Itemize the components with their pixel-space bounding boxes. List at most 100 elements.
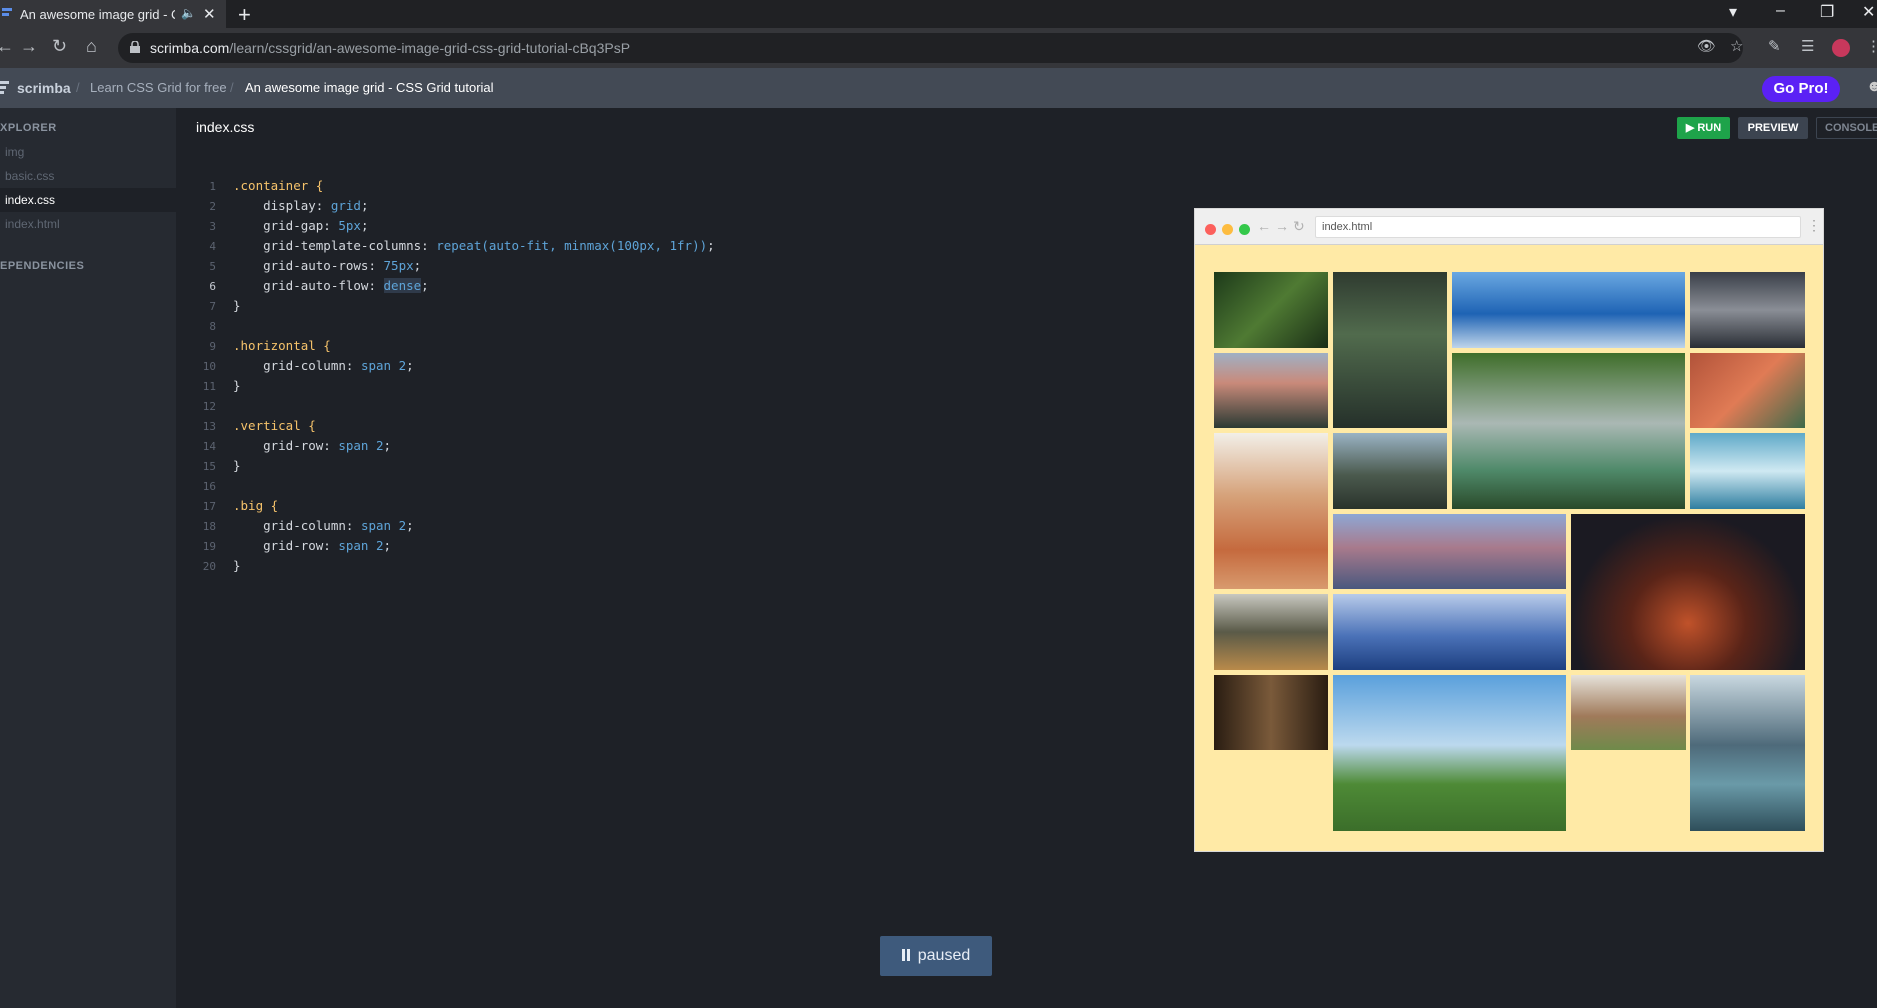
new-tab-icon[interactable]: + [238,2,251,28]
line-number: 19 [202,540,216,553]
grid-image [1333,675,1566,831]
sidebar-item-basic-css[interactable]: basic.css [0,164,176,188]
console-button[interactable]: CONSOLE [1816,117,1877,139]
preview-forward-icon[interactable]: → [1275,218,1289,234]
code-line: } [233,458,241,473]
line-number-current: 6 [209,280,216,293]
code-line: .horizontal { [233,338,331,353]
scrimba-favicon-icon [2,8,12,16]
preview-reload-icon[interactable]: ↻ [1293,218,1305,235]
editor-filename: index.css [196,119,255,135]
grid-image [1214,433,1328,589]
line-number: 15 [202,460,216,473]
line-number: 16 [202,480,216,493]
tracking-blocked-icon[interactable]: 👁 [1697,37,1716,55]
grid-image [1214,594,1328,670]
file-explorer-sidebar: XPLORER img basic.css index.css index.ht… [0,108,176,1008]
sidebar-item-index-html[interactable]: index.html [0,212,176,236]
explorer-heading: XPLORER [0,122,57,134]
line-number: 10 [202,360,216,373]
line-number: 7 [209,300,216,313]
grid-image [1452,272,1685,348]
preview-back-icon[interactable]: ← [1257,218,1271,234]
line-number: 20 [202,560,216,573]
code-line: } [233,558,241,573]
reload-icon[interactable]: ↻ [52,36,67,57]
minimize-dot-icon [1222,224,1233,235]
bookmark-star-icon[interactable]: ☆ [1730,37,1743,55]
browser-tab[interactable]: An awesome image grid - CS 🔈 ✕ [0,0,226,28]
url-text: scrimba.com/learn/cssgrid/an-awesome-ima… [150,40,631,56]
scrimba-logo-icon [0,81,9,94]
back-icon[interactable]: ← [0,36,14,57]
lock-icon [130,41,140,53]
close-window-icon[interactable]: ✕ [1862,2,1875,22]
breadcrumb-separator: / [230,80,234,95]
breadcrumb-course[interactable]: Learn CSS Grid for free [90,80,227,95]
forward-icon[interactable]: → [20,36,38,57]
chrome-menu-icon[interactable]: ⋮ [1866,37,1877,55]
grid-image [1214,272,1328,348]
selected-text: dense [383,278,422,293]
go-pro-button[interactable]: Go Pro! [1762,76,1840,102]
home-icon[interactable]: ⌂ [86,36,97,57]
speaker-icon[interactable]: 🔈 [181,6,196,20]
line-number: 18 [202,520,216,533]
play-icon: ▶ [1685,122,1695,134]
preview-url-bar[interactable]: index.html [1315,216,1801,238]
media-control-icon[interactable]: ☰ [1801,37,1814,55]
maximize-dot-icon [1239,224,1250,235]
grid-image [1333,272,1447,428]
scrimba-header: scrimba / Learn CSS Grid for free / An a… [0,68,1877,108]
grid-image [1452,353,1685,509]
preview-toolbar: ← → ↻ index.html ⋮ [1195,209,1823,245]
breadcrumb-lesson[interactable]: An awesome image grid - CSS Grid tutoria… [245,80,494,95]
tab-title: An awesome image grid - CS [20,7,175,22]
grid-image [1690,675,1805,831]
code-line: grid-column: span 2; [233,358,414,373]
grid-image [1690,433,1805,509]
grid-image [1333,514,1566,589]
line-number: 9 [209,340,216,353]
restore-icon[interactable]: ❐ [1820,2,1834,22]
line-number: 3 [209,220,216,233]
sidebar-item-img[interactable]: img [0,140,176,164]
code-line: } [233,378,241,393]
grid-image [1690,353,1805,428]
close-tab-icon[interactable]: ✕ [203,5,216,23]
preview-button[interactable]: PREVIEW [1738,117,1808,139]
line-number: 5 [209,260,216,273]
run-button[interactable]: ▶ RUN [1677,117,1730,139]
line-number: 14 [202,440,216,453]
code-line: .big { [233,498,279,513]
preview-window: ← → ↻ index.html ⋮ [1194,208,1824,852]
browser-toolbar: ← → ↻ ⌂ scrimba.com/learn/cssgrid/an-awe… [0,28,1877,68]
sidebar-item-index-css[interactable]: index.css [0,188,176,212]
address-bar[interactable]: scrimba.com/learn/cssgrid/an-awesome-ima… [118,33,1743,63]
user-icon[interactable]: ☻ [1866,78,1877,96]
code-line: .vertical { [233,418,316,433]
grid-image [1690,272,1805,348]
line-number: 8 [209,320,216,333]
code-line: grid-template-columns: repeat(auto-fit, … [233,238,715,253]
code-line: grid-gap: 5px; [233,218,369,233]
minimize-icon[interactable]: – [1776,2,1785,20]
pause-icon [901,947,918,964]
grid-image [1214,353,1328,428]
profile-avatar[interactable] [1832,39,1850,57]
tab-search-icon[interactable]: ▾ [1729,2,1737,22]
line-number: 17 [202,500,216,513]
code-line: display: grid; [233,198,369,213]
preview-menu-icon[interactable]: ⋮ [1807,217,1821,234]
line-number: 1 [209,180,216,193]
code-line: .container { [233,178,324,193]
extensions-icon[interactable]: ✎ [1768,37,1781,55]
code-line: grid-row: span 2; [233,538,392,553]
grid-image [1333,433,1447,509]
grid-image [1571,514,1805,670]
paused-button[interactable]: paused [880,936,992,976]
browser-tab-strip: An awesome image grid - CS 🔈 ✕ + ▾ – ❐ ✕ [0,0,1877,28]
scrimba-brand[interactable]: scrimba [17,80,71,96]
close-dot-icon [1205,224,1216,235]
grid-image [1571,675,1686,750]
